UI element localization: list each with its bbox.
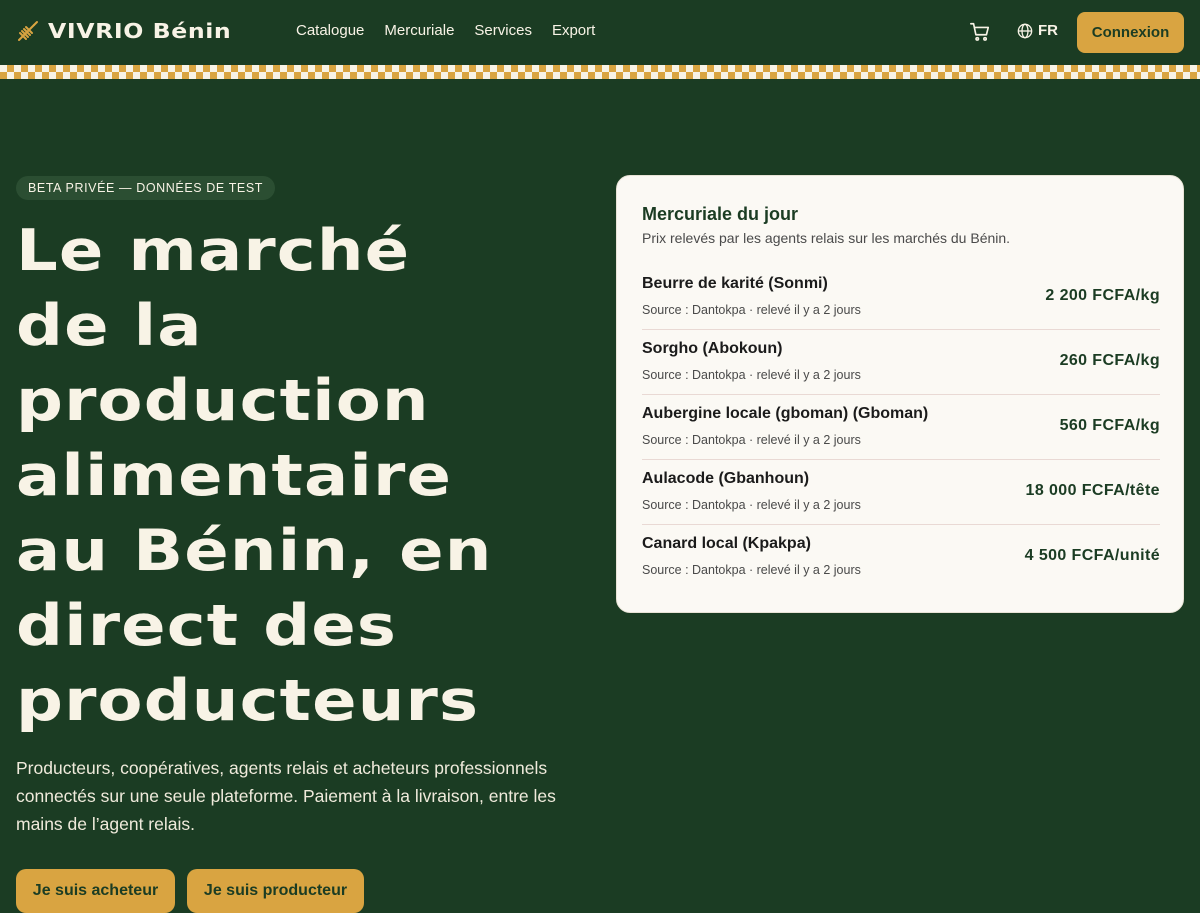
product-name: Beurre de karité (Sonmi) <box>642 275 828 292</box>
hero-title-line: alimentaire <box>16 443 453 509</box>
product-price: 560 FCFA/kg <box>1059 417 1160 434</box>
checker-border <box>0 65 1200 72</box>
product-name: Canard local (Kpakpa) <box>642 535 811 552</box>
hero-title-line: au Bénin, en <box>16 518 493 584</box>
product-price: 4 500 FCFA/unité <box>1024 547 1160 564</box>
producer-button[interactable]: Je suis producteur <box>187 869 364 913</box>
price-row[interactable]: Sorgho (Abokoun) Source : Dantokpa · rel… <box>642 330 1160 395</box>
wheat-logo-icon <box>18 21 38 41</box>
login-button[interactable]: Connexion <box>1077 12 1184 53</box>
brand-name: VIVRIO Bénin <box>48 19 232 43</box>
mercuriale-card: Mercuriale du jour Prix relevés par les … <box>616 175 1184 613</box>
product-name: Aubergine locale (gboman) (Gboman) <box>642 405 929 422</box>
buyer-button[interactable]: Je suis acheteur <box>16 869 175 913</box>
language-switcher[interactable]: FR <box>1017 22 1058 39</box>
product-name: Sorgho (Abokoun) <box>642 340 783 357</box>
product-source: Source : Dantokpa · relevé il y a 2 jour… <box>642 303 861 317</box>
product-price: 2 200 FCFA/kg <box>1045 287 1160 304</box>
hero-title-line: producteurs <box>16 668 480 734</box>
nav-catalogue[interactable]: Catalogue <box>296 22 364 39</box>
brand-logo[interactable]: VIVRIO Bénin <box>16 19 231 43</box>
hero-title-line: Le marché <box>16 218 411 284</box>
price-row[interactable]: Aulacode (Gbanhoun) Source : Dantokpa · … <box>642 460 1160 525</box>
cart-icon[interactable] <box>969 21 991 43</box>
checker-border-bottom <box>0 72 1200 79</box>
main-nav: Catalogue Mercuriale Services Export <box>296 22 595 39</box>
price-list: Beurre de karité (Sonmi) Source : Dantok… <box>642 265 1160 590</box>
hero-title-line: production <box>16 368 430 434</box>
nav-services[interactable]: Services <box>474 22 532 39</box>
globe-icon <box>1017 23 1033 38</box>
hero-subtitle: Producteurs, coopératives, agents relais… <box>16 758 556 834</box>
product-source: Source : Dantokpa · relevé il y a 2 jour… <box>642 368 861 382</box>
site-header: VIVRIO Bénin Catalogue Mercuriale Servic… <box>0 0 1200 64</box>
price-row[interactable]: Beurre de karité (Sonmi) Source : Dantok… <box>642 265 1160 330</box>
beta-badge: BETA PRIVÉE — DONNÉES DE TEST <box>16 176 276 200</box>
hero-title-line: de la <box>16 293 203 359</box>
price-row[interactable]: Aubergine locale (gboman) (Gboman) Sourc… <box>642 395 1160 460</box>
nav-mercuriale[interactable]: Mercuriale <box>384 22 454 39</box>
product-name: Aulacode (Gbanhoun) <box>642 470 810 487</box>
nav-export[interactable]: Export <box>552 22 595 39</box>
mercuriale-subtitle: Prix relevés par les agents relais sur l… <box>642 230 1011 246</box>
product-source: Source : Dantokpa · relevé il y a 2 jour… <box>642 433 861 447</box>
language-label: FR <box>1038 22 1058 39</box>
price-row[interactable]: Canard local (Kpakpa) Source : Dantokpa … <box>642 525 1160 590</box>
product-source: Source : Dantokpa · relevé il y a 2 jour… <box>642 563 861 577</box>
product-price: 260 FCFA/kg <box>1059 352 1160 369</box>
hero-title-line: direct des <box>16 593 398 659</box>
hero-title: Le marché de la production alimentaire a… <box>16 214 616 739</box>
mercuriale-title: Mercuriale du jour <box>642 204 799 224</box>
product-source: Source : Dantokpa · relevé il y a 2 jour… <box>642 498 861 512</box>
product-price: 18 000 FCFA/tête <box>1025 482 1160 499</box>
